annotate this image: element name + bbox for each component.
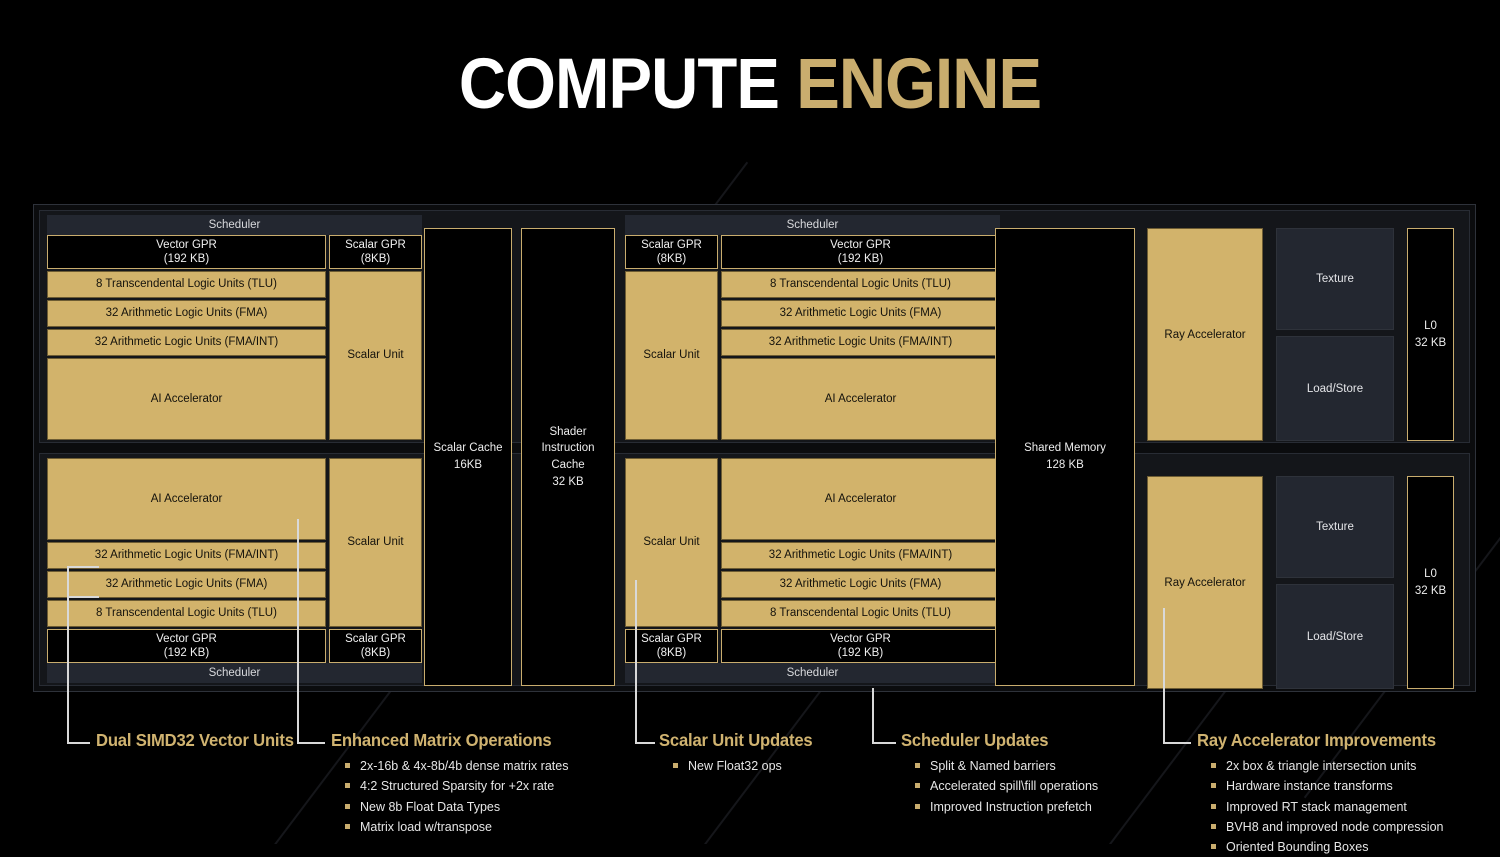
fma-int-block: 32 Arithmetic Logic Units (FMA/INT) — [721, 542, 1000, 569]
vector-gpr-size: (192 KB) — [837, 647, 884, 659]
callout-bullet-list: Split & Named barriers Accelerated spill\… — [901, 756, 1098, 817]
callout-bullet: Oriented Bounding Boxes — [1197, 837, 1449, 857]
fma-int-block: 32 Arithmetic Logic Units (FMA/INT) — [47, 329, 326, 356]
vector-gpr-block: Vector GPR (192 KB) — [47, 235, 326, 269]
scalar-unit-block: Scalar Unit — [329, 271, 422, 440]
vector-gpr-block: Vector GPR (192 KB) — [47, 629, 326, 663]
l0-name: L0 — [1424, 320, 1437, 333]
callout-bullet: Matrix load w/transpose — [331, 817, 568, 837]
callout-scheduler-updates: Scheduler Updates Split & Named barriers… — [901, 730, 1098, 817]
simd-block-bottom-left: AI Accelerator 32 Arithmetic Logic Units… — [47, 458, 422, 683]
l0-size: 32 KB — [1414, 336, 1447, 349]
l0-size: 32 KB — [1414, 584, 1447, 597]
scheduler-bar: Scheduler — [625, 215, 1000, 235]
tlu-block: 8 Transcendental Logic Units (TLU) — [721, 271, 1000, 298]
callout-bullet: 2x box & triangle intersection units — [1197, 756, 1449, 776]
leader-line-dual-simd32-foot — [67, 742, 90, 744]
fma-int-block: 32 Arithmetic Logic Units (FMA/INT) — [47, 542, 326, 569]
l0-cache-block-top: L0 32 KB — [1407, 228, 1454, 441]
callout-ray-accelerator-improvements: Ray Accelerator Improvements 2x box & tr… — [1197, 730, 1449, 857]
callout-enhanced-matrix-operations: Enhanced Matrix Operations 2x-16b & 4x-8… — [331, 730, 568, 837]
ai-accelerator-block: AI Accelerator — [721, 458, 1000, 540]
callout-bullet: New 8b Float Data Types — [331, 797, 568, 817]
vector-gpr-block: Vector GPR (192 KB) — [721, 235, 1000, 269]
scheduler-bar: Scheduler — [47, 663, 422, 683]
scheduler-bar: Scheduler — [625, 663, 1000, 683]
shared-memory-block: Shared Memory 128 KB — [995, 228, 1135, 686]
vector-gpr-name: Vector GPR — [830, 238, 891, 251]
callout-bullet: Accelerated spill\fill operations — [901, 776, 1098, 796]
callout-bullet: BVH8 and improved node compression — [1197, 817, 1449, 837]
fma-block: 32 Arithmetic Logic Units (FMA) — [47, 571, 326, 598]
leader-line-scheduler — [872, 688, 874, 743]
callout-bullet-list: 2x-16b & 4x-8b/4b dense matrix rates 4:2 … — [331, 756, 568, 837]
ai-accelerator-block: AI Accelerator — [47, 458, 326, 540]
shader-instruction-cache-block: Shader Instruction Cache 32 KB — [521, 228, 615, 686]
fma-block: 32 Arithmetic Logic Units (FMA) — [721, 300, 1000, 327]
callout-scalar-unit-updates: Scalar Unit Updates New Float32 ops — [659, 730, 821, 776]
scalar-gpr-block: Scalar GPR (8KB) — [625, 629, 718, 663]
callout-bullet: New Float32 ops — [659, 756, 821, 776]
l0-name: L0 — [1424, 568, 1437, 581]
callout-bullet: Split & Named barriers — [901, 756, 1098, 776]
leader-line-scalar-unit — [635, 580, 637, 743]
callout-bullet-list: New Float32 ops — [659, 756, 821, 776]
vector-gpr-name: Vector GPR — [156, 238, 217, 251]
title-word-engine: ENGINE — [796, 45, 1042, 124]
ai-accelerator-block: AI Accelerator — [721, 358, 1000, 440]
fma-block: 32 Arithmetic Logic Units (FMA) — [47, 300, 326, 327]
scalar-gpr-block: Scalar GPR (8KB) — [625, 235, 718, 269]
scalar-gpr-block: Scalar GPR (8KB) — [329, 629, 422, 663]
tlu-block: 8 Transcendental Logic Units (TLU) — [47, 271, 326, 298]
fma-block: 32 Arithmetic Logic Units (FMA) — [721, 571, 1000, 598]
leader-line-ray-accelerator-foot — [1163, 742, 1191, 744]
ray-accelerator-block-top: Ray Accelerator — [1147, 228, 1263, 441]
vector-gpr-size: (192 KB) — [163, 253, 210, 265]
callout-bullet: 4:2 Structured Sparsity for +2x rate — [331, 776, 568, 796]
leader-line-scalar-unit-foot — [635, 742, 655, 744]
callout-bullet: Improved RT stack management — [1197, 797, 1449, 817]
vector-gpr-name: Vector GPR — [830, 632, 891, 645]
simd-block-bottom-right: Scalar Unit Scalar GPR (8KB) AI Accelera… — [625, 458, 1000, 683]
scalar-unit-block: Scalar Unit — [329, 458, 422, 627]
callout-heading: Dual SIMD32 Vector Units — [96, 730, 294, 750]
callout-heading: Scalar Unit Updates — [659, 730, 813, 750]
page-title: COMPUTE ENGINE — [60, 44, 1440, 125]
title-word-compute: COMPUTE — [458, 45, 780, 124]
scalar-unit-block: Scalar Unit — [625, 271, 718, 440]
l0-cache-block-bottom: L0 32 KB — [1407, 476, 1454, 689]
callout-dual-simd32-vector-units: Dual SIMD32 Vector Units — [96, 730, 304, 756]
scalar-gpr-block: Scalar GPR (8KB) — [329, 235, 422, 269]
scheduler-bar: Scheduler — [47, 215, 422, 235]
callout-bullet-list: 2x box & triangle intersection units Hard… — [1197, 756, 1449, 857]
callout-bullet: Improved Instruction prefetch — [901, 797, 1098, 817]
scalar-unit-block: Scalar Unit — [625, 458, 718, 627]
leader-line-enhanced-matrix — [297, 519, 299, 743]
scalar-cache-block: Scalar Cache 16KB — [424, 228, 512, 686]
texture-block-top: Texture — [1276, 228, 1394, 330]
callout-heading: Scheduler Updates — [901, 730, 1049, 750]
leader-line-dual-simd32 — [67, 566, 69, 743]
callout-bullet: Hardware instance transforms — [1197, 776, 1449, 796]
load-store-block-bottom: Load/Store — [1276, 584, 1394, 689]
tlu-block: 8 Transcendental Logic Units (TLU) — [47, 600, 326, 627]
leader-line-dual-simd32-tick1 — [67, 566, 99, 568]
vector-gpr-size: (192 KB) — [837, 253, 884, 265]
vector-gpr-name: Vector GPR — [156, 632, 217, 645]
vector-gpr-block: Vector GPR (192 KB) — [721, 629, 1000, 663]
callout-heading: Enhanced Matrix Operations — [331, 730, 552, 750]
tlu-block: 8 Transcendental Logic Units (TLU) — [721, 600, 1000, 627]
leader-line-ray-accelerator — [1163, 608, 1165, 743]
simd-block-top-left: Scheduler Vector GPR (192 KB) 8 Transcen… — [47, 215, 422, 440]
simd-block-top-right: Scheduler Scalar GPR (8KB) Scalar Unit V… — [625, 215, 1000, 440]
vector-gpr-size: (192 KB) — [163, 647, 210, 659]
ai-accelerator-block: AI Accelerator — [47, 358, 326, 440]
leader-line-dual-simd32-tick2 — [67, 596, 99, 598]
fma-int-block: 32 Arithmetic Logic Units (FMA/INT) — [721, 329, 1000, 356]
texture-block-bottom: Texture — [1276, 476, 1394, 578]
load-store-block-top: Load/Store — [1276, 336, 1394, 441]
callout-heading: Ray Accelerator Improvements — [1197, 730, 1436, 750]
callout-bullet: 2x-16b & 4x-8b/4b dense matrix rates — [331, 756, 568, 776]
leader-line-scheduler-foot — [872, 742, 896, 744]
